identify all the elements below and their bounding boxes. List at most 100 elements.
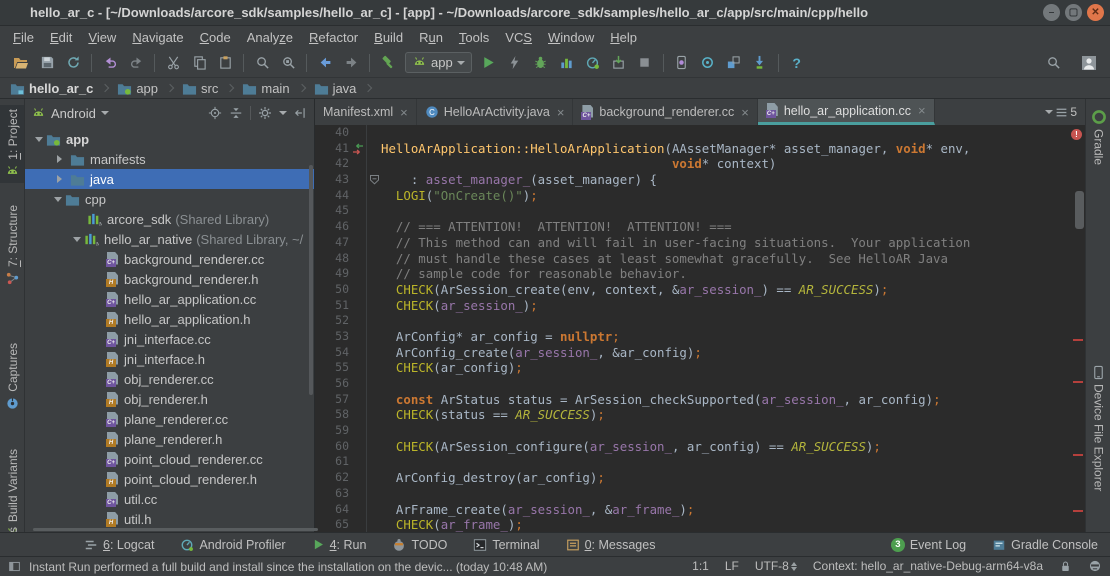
code-line[interactable]: 59: [315, 423, 1085, 439]
close-tab-icon[interactable]: ×: [400, 105, 408, 120]
code-line[interactable]: 53 ArConfig* ar_config = nullptr;: [315, 329, 1085, 345]
editor-scrollbar[interactable]: [1075, 191, 1084, 229]
help-button[interactable]: ?: [784, 51, 810, 75]
paste-button[interactable]: [212, 51, 238, 75]
apply-changes-button[interactable]: [502, 51, 528, 75]
toolwindow-todo[interactable]: TODO: [392, 538, 447, 552]
code-line[interactable]: 64 ArFrame_create(ar_session_, &ar_frame…: [315, 502, 1085, 518]
project-hscrollbar[interactable]: [33, 528, 318, 531]
toolwindow-0-messages[interactable]: 0: Messages: [566, 538, 656, 552]
run-config-select[interactable]: app: [405, 52, 472, 73]
tree-item-cpp[interactable]: cpp: [25, 189, 314, 209]
build-context[interactable]: Context: hello_ar_native-Debug-arm64-v8a: [813, 559, 1043, 573]
tree-item-plane-renderer-cc[interactable]: C+plane_renderer.cc: [25, 409, 314, 429]
tree-item-obj-renderer-h[interactable]: Hobj_renderer.h: [25, 389, 314, 409]
menu-window[interactable]: Window: [541, 28, 601, 47]
menu-tools[interactable]: Tools: [452, 28, 496, 47]
tree-item-hello-ar-native[interactable]: Nhello_ar_native (Shared Library, ~/: [25, 229, 314, 249]
tool-strip-7-structure[interactable]: 7: Structure: [0, 201, 25, 290]
collapse-arrow-icon[interactable]: [57, 155, 66, 163]
lock-icon[interactable]: [1059, 560, 1072, 573]
build-hammer-button[interactable]: [375, 51, 401, 75]
tree-item-background-renderer-cc[interactable]: C+background_renderer.cc: [25, 249, 314, 269]
window-maximize-button[interactable]: ▢: [1065, 4, 1082, 21]
code-editor[interactable]: 4041HelloArApplication::HelloArApplicati…: [315, 125, 1085, 532]
search-everywhere-button[interactable]: [1040, 51, 1066, 75]
close-tab-icon[interactable]: ×: [918, 103, 926, 118]
code-line[interactable]: 55 CHECK(ar_config);: [315, 360, 1085, 376]
gradle-sync-button[interactable]: [695, 51, 721, 75]
code-line[interactable]: 63: [315, 486, 1085, 502]
window-minimize-button[interactable]: –: [1043, 4, 1060, 21]
avd-manager-button[interactable]: [669, 51, 695, 75]
tree-item-point-cloud-renderer-cc[interactable]: C+point_cloud_renderer.cc: [25, 449, 314, 469]
tool-strip-captures[interactable]: Captures: [0, 339, 25, 415]
tree-item-util-cc[interactable]: C+util.cc: [25, 489, 314, 509]
code-line[interactable]: 48 // must handle these cases at least s…: [315, 251, 1085, 267]
close-tab-icon[interactable]: ×: [557, 105, 565, 120]
menu-file[interactable]: File: [6, 28, 41, 47]
window-close-button[interactable]: ✕: [1087, 4, 1104, 21]
fold-marker-icon[interactable]: [369, 174, 380, 185]
editor-tab-hello-ar-application-cc[interactable]: C+hello_ar_application.cc×: [758, 99, 935, 125]
menu-run[interactable]: Run: [412, 28, 450, 47]
menu-code[interactable]: Code: [193, 28, 238, 47]
editor-tab-helloaractivity-java[interactable]: CHelloArActivity.java×: [417, 99, 574, 125]
tree-item-plane-renderer-h[interactable]: Hplane_renderer.h: [25, 429, 314, 449]
code-line[interactable]: 41HelloArApplication::HelloArApplication…: [315, 141, 1085, 157]
line-separator[interactable]: LF: [725, 559, 739, 573]
tree-item-util-h[interactable]: Hutil.h: [25, 509, 314, 529]
expand-arrow-icon[interactable]: [73, 237, 81, 246]
code-line[interactable]: 46 // === ATTENTION! ATTENTION! ATTENTIO…: [315, 219, 1085, 235]
tool-strip-device-file-explorer[interactable]: Device File Explorer: [1086, 361, 1110, 495]
find-button[interactable]: [249, 51, 275, 75]
menu-vcs[interactable]: VCS: [498, 28, 539, 47]
hector-icon[interactable]: [1088, 559, 1102, 573]
expand-arrow-icon[interactable]: [35, 137, 43, 146]
back-button[interactable]: [312, 51, 338, 75]
caret-position[interactable]: 1:1: [692, 559, 709, 573]
code-line[interactable]: 42 void* context): [315, 156, 1085, 172]
toolwindow-toggle-icon[interactable]: [8, 560, 21, 573]
avatar-button[interactable]: [1076, 51, 1102, 75]
breadcrumb-hello-ar-c[interactable]: hello_ar_c: [8, 81, 95, 96]
breadcrumb-app[interactable]: app: [115, 81, 160, 96]
code-line[interactable]: 58 CHECK(status == AR_SUCCESS);: [315, 407, 1085, 423]
code-line[interactable]: 51 CHECK(ar_session_);: [315, 298, 1085, 314]
tree-item-hello-ar-application-h[interactable]: Hhello_ar_application.h: [25, 309, 314, 329]
sdk-manager-button[interactable]: [721, 51, 747, 75]
redo-button[interactable]: [123, 51, 149, 75]
tree-item-manifests[interactable]: manifests: [25, 149, 314, 169]
code-line[interactable]: 45: [315, 203, 1085, 219]
tool-strip-favorites[interactable]: Favorites: [0, 523, 25, 532]
profile-button[interactable]: [554, 51, 580, 75]
open-button[interactable]: [8, 51, 34, 75]
change-marker-icon[interactable]: [352, 143, 364, 155]
expand-arrow-icon[interactable]: [54, 197, 62, 206]
tree-item-jni-interface-cc[interactable]: C+jni_interface.cc: [25, 329, 314, 349]
toolwindow-6-logcat[interactable]: 6: Logcat: [84, 538, 154, 552]
project-vscrollbar[interactable]: [309, 165, 313, 395]
code-line[interactable]: 49 // sample code for reasonable behavio…: [315, 266, 1085, 282]
profile-app-button[interactable]: [580, 51, 606, 75]
tree-item-point-cloud-renderer-h[interactable]: Hpoint_cloud_renderer.h: [25, 469, 314, 489]
forward-button[interactable]: [338, 51, 364, 75]
tree-item-jni-interface-h[interactable]: Hjni_interface.h: [25, 349, 314, 369]
menu-view[interactable]: View: [81, 28, 123, 47]
menu-analyze[interactable]: Analyze: [240, 28, 300, 47]
run-button[interactable]: [476, 51, 502, 75]
code-line[interactable]: 47 // This method can and will fail in u…: [315, 235, 1085, 251]
error-stripe-mark[interactable]: [1073, 381, 1083, 383]
locate-icon[interactable]: [208, 106, 222, 120]
editor-tab-manifest-xml[interactable]: Manifest.xml×: [315, 99, 417, 125]
error-stripe-mark[interactable]: [1073, 339, 1083, 341]
breadcrumb-src[interactable]: src: [180, 81, 220, 96]
toolwindow-4-run[interactable]: 4: Run: [312, 538, 367, 552]
find-usages-button[interactable]: [275, 51, 301, 75]
save-button[interactable]: [34, 51, 60, 75]
file-encoding[interactable]: UTF-8: [755, 559, 797, 574]
hidden-tabs-button[interactable]: 5: [1045, 99, 1085, 125]
error-stripe-mark[interactable]: [1073, 454, 1083, 456]
code-line[interactable]: 50 CHECK(ArSession_create(env, context, …: [315, 282, 1085, 298]
tool-strip-build-variants[interactable]: Build Variants: [0, 445, 25, 532]
